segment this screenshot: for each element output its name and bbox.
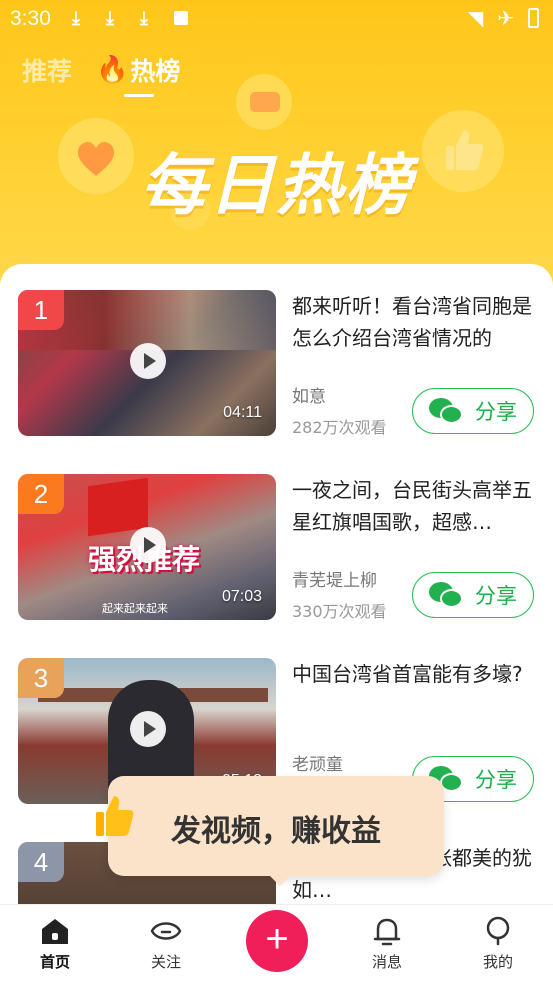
wechat-icon [429,398,463,424]
hero-banner: 每日热榜 [0,0,553,290]
rank-badge: 4 [18,842,64,882]
video-item[interactable]: 2 强烈推荐 起来起来起来 07:03 一夜之间，台民街头高举五星红旗唱国歌，超… [18,474,538,621]
wifi-icon: ◥ [467,6,484,30]
video-duration: 04:11 [223,404,262,421]
nav-follow[interactable]: 关注 [126,915,206,972]
fire-icon: 🔥 [96,55,129,85]
video-author[interactable]: 青芜堤上柳 [292,566,377,591]
video-thumbnail[interactable]: 1 04:11 [18,290,276,436]
share-button[interactable]: 分享 [412,388,534,434]
video-views: 330万次观看 [292,602,387,621]
nav-label: 首页 [39,953,70,971]
video-item[interactable]: 1 04:11 都来听听！看台湾省同胞是怎么介绍台湾省情况的 如意 282万次观… [18,290,538,437]
rank-badge: 2 [18,474,64,514]
nav-home[interactable]: 首页 [15,915,95,972]
status-bar: 3:30 ⤓ ⤓ ⤓ ◥ ✈ [0,0,553,38]
video-thumbnail[interactable]: 2 强烈推荐 起来起来起来 07:03 [18,474,276,620]
play-icon[interactable] [130,343,166,379]
video-author[interactable]: 如意 [292,382,326,407]
video-views: 282万次观看 [292,418,387,437]
wechat-icon [429,582,463,608]
home-icon [42,919,68,944]
share-label: 分享 [475,768,517,792]
rank-badge: 3 [18,658,64,698]
battery-icon [528,8,539,28]
airplane-icon: ✈ [497,6,514,30]
download-icon: ⤓ [72,8,80,29]
app-notification-icon [174,11,188,25]
publish-button[interactable]: + [246,910,308,972]
video-camera-icon [250,92,280,112]
download-icon: ⤓ [140,8,148,29]
video-title[interactable]: 都来听听！看台湾省同胞是怎么介绍台湾省情况的 [292,290,538,354]
share-label: 分享 [475,584,517,608]
video-author[interactable]: 老顽童 [292,750,343,775]
play-icon[interactable] [130,711,166,747]
hero-title: 每日热榜 [140,147,413,224]
nav-label: 消息 [371,953,402,971]
tab-recommend[interactable]: 推荐 [22,52,72,88]
video-title[interactable]: 中国台湾省首富能有多壕? [292,658,538,722]
eye-icon [150,922,182,940]
bell-icon [373,918,401,946]
video-duration: 07:03 [221,588,262,605]
tooltip-arrow [270,876,290,886]
upload-promo-tooltip[interactable]: 发视频，赚收益 [108,776,444,876]
nav-profile[interactable]: 我的 [458,915,538,972]
download-icon: ⤓ [106,8,114,29]
share-button[interactable]: 分享 [412,572,534,618]
rank-badge: 1 [18,290,64,330]
play-icon[interactable] [130,527,166,563]
thumbnail-subtitle: 起来起来起来 [102,602,168,615]
thumbs-up-icon [96,796,134,836]
tab-hot-list[interactable]: 🔥 热榜 [96,52,180,88]
nav-label: 关注 [150,953,181,971]
nav-label: 我的 [482,953,513,971]
share-label: 分享 [475,400,517,424]
nav-messages[interactable]: 消息 [347,915,427,972]
active-tab-indicator [124,94,154,97]
status-time: 3:30 [10,7,51,30]
video-title[interactable]: 一夜之间，台民街头高举五星红旗唱国歌，超感… [292,474,538,538]
tooltip-text: 发视频，赚收益 [171,814,381,849]
user-icon [486,916,510,946]
tab-hot-label: 热榜 [130,57,181,86]
